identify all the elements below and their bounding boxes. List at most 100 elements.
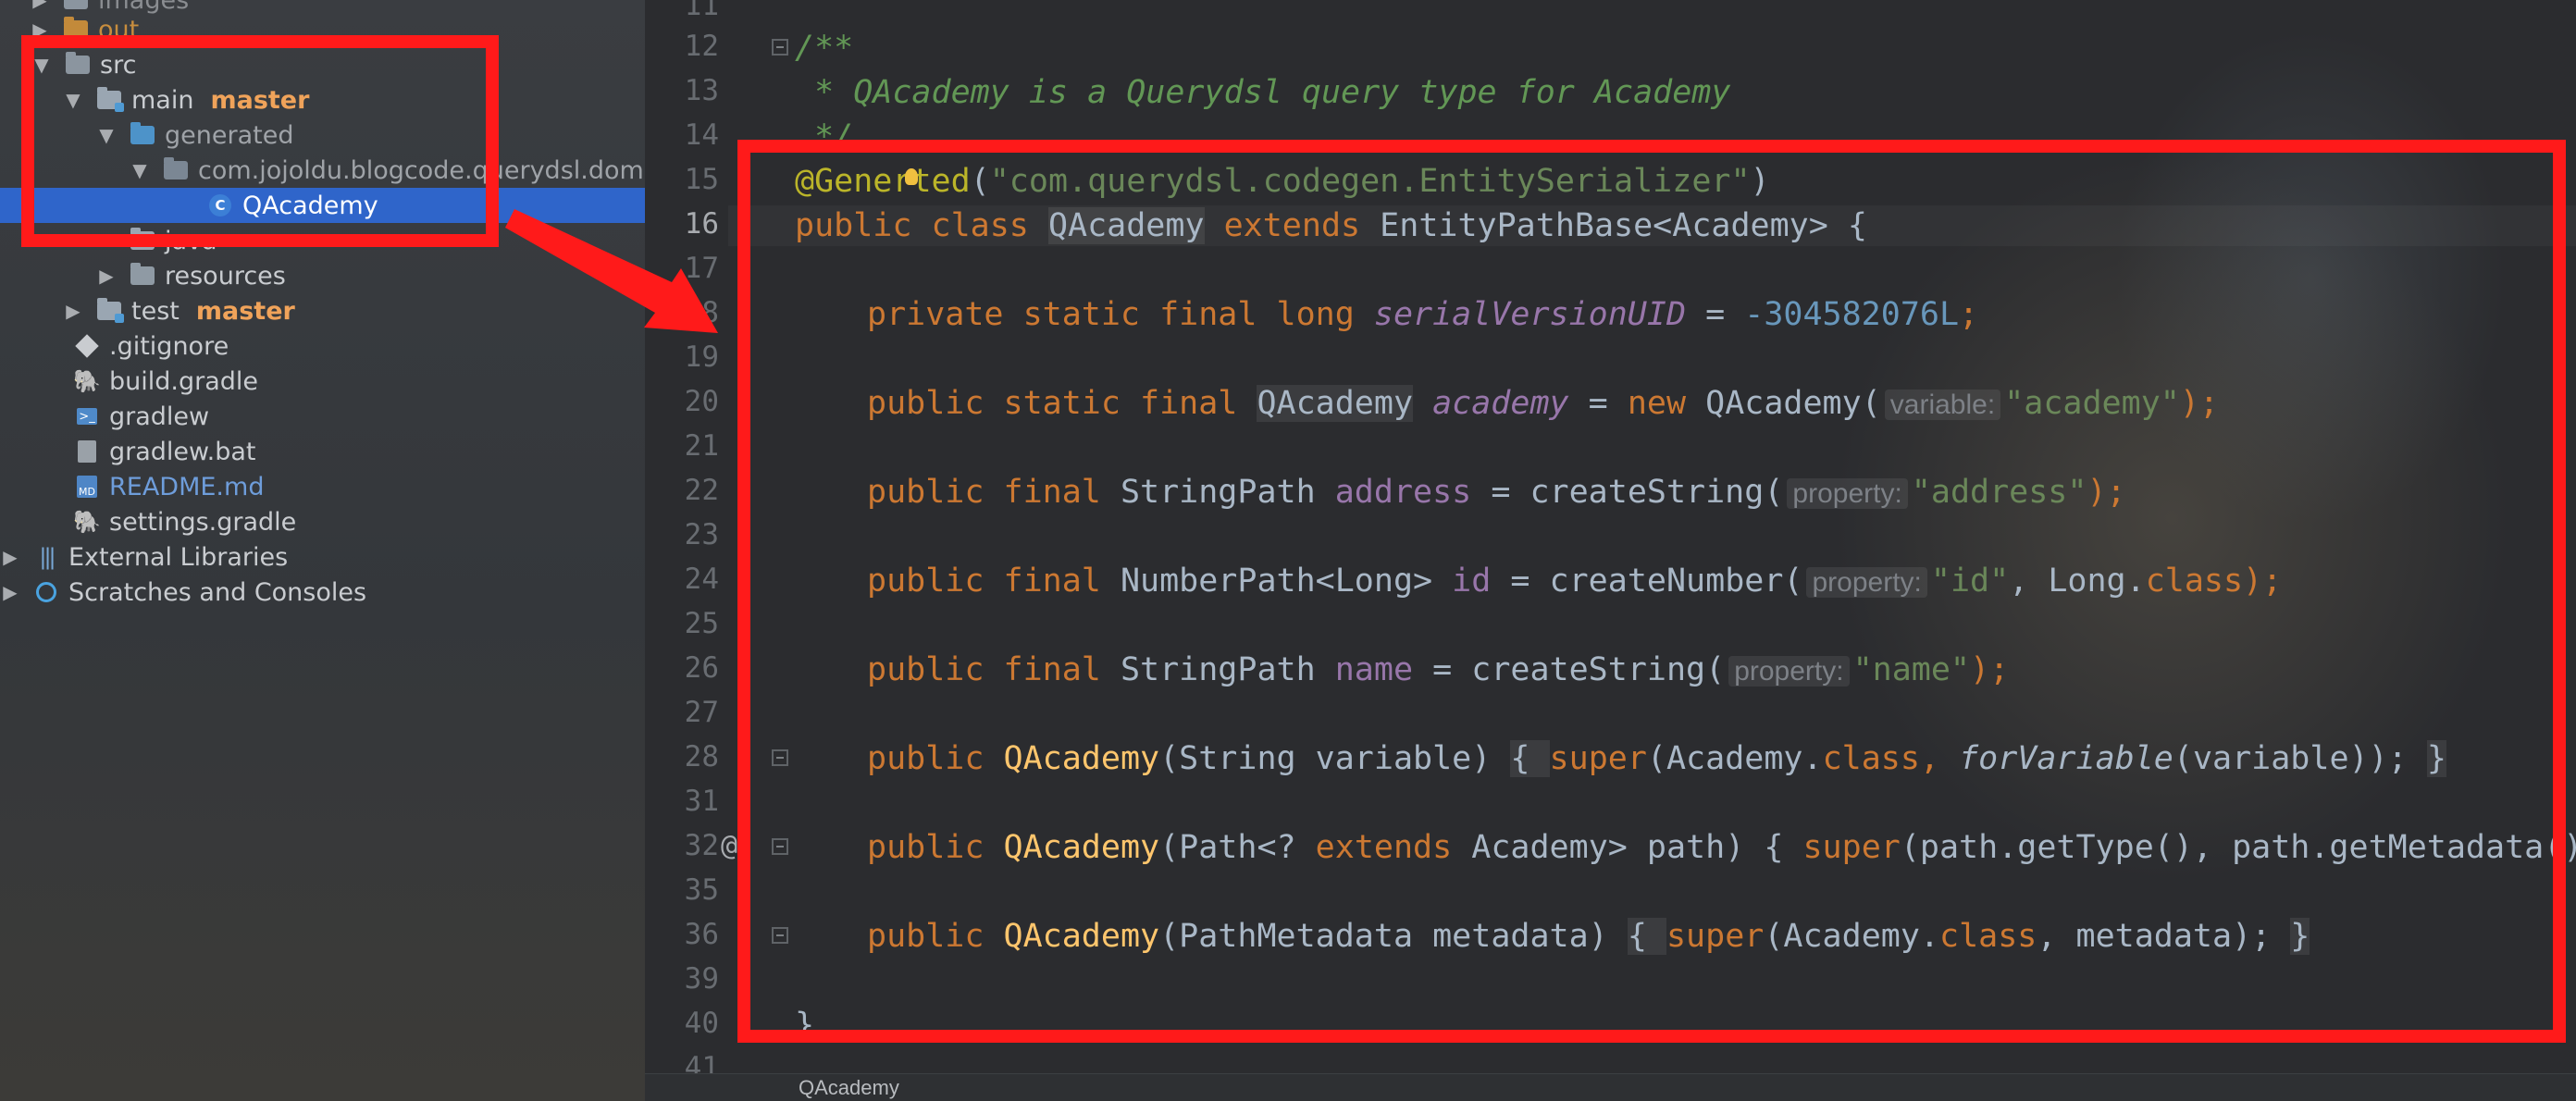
line-number: 40	[684, 1007, 719, 1040]
terminal-icon: >_	[74, 404, 100, 428]
expand-arrow-icon[interactable]: ▶	[30, 19, 50, 41]
line-number: 18	[684, 296, 719, 329]
collapse-arrow-icon[interactable]: ▼	[96, 124, 117, 146]
line-number: 12	[684, 30, 719, 63]
folder-icon	[63, 0, 89, 12]
code-line-26[interactable]: public final StringPath name = createStr…	[867, 649, 2009, 690]
line-number-gutter: 11 12 13 14 15 16 17 18 19 20 21 22 23 2…	[645, 0, 719, 1084]
tree-item-gradlew-bat[interactable]: gradlew.bat	[0, 434, 645, 469]
line-number: 20	[684, 385, 719, 418]
tree-item-out[interactable]: ▶ out	[0, 12, 645, 47]
code-line-22[interactable]: public final StringPath address = create…	[867, 472, 2126, 513]
generated-folder-icon	[130, 122, 155, 147]
test-module-folder-icon	[96, 298, 124, 323]
class-icon: C	[207, 193, 233, 217]
tree-item-java[interactable]: java	[0, 223, 645, 258]
line-number: 13	[684, 74, 719, 107]
file-icon	[74, 439, 100, 464]
parameter-hint: property:	[1787, 478, 1908, 509]
package-icon	[163, 157, 189, 182]
line-number: 11	[684, 0, 719, 22]
fold-toggle-icon[interactable]	[772, 749, 788, 766]
tree-item-gradlew[interactable]: >_ gradlew	[0, 399, 645, 434]
line-number: 26	[684, 651, 719, 685]
code-editor[interactable]: 11 12 13 14 15 16 17 18 19 20 21 22 23 2…	[645, 0, 2576, 1101]
gradle-icon: 🐘	[73, 509, 101, 535]
line-number: 21	[684, 429, 719, 463]
git-branch-label: master	[210, 85, 310, 115]
tree-item-readme[interactable]: MD README.md	[0, 469, 645, 504]
markdown-icon: MD	[74, 475, 100, 499]
libraries-icon: |||	[39, 544, 56, 570]
line-number: 35	[684, 873, 719, 907]
source-module-folder-icon	[96, 87, 124, 112]
fold-toggle-icon[interactable]	[772, 838, 788, 855]
expand-arrow-icon[interactable]: ▶	[30, 0, 50, 11]
out-folder-icon	[63, 17, 89, 42]
tree-item-test[interactable]: ▶ test master	[0, 293, 645, 328]
parameter-hint: variable:	[1884, 390, 2001, 420]
line-number: 39	[684, 962, 719, 996]
tree-item-package[interactable]: ▼ com.jojoldu.blogcode.querydsl.dom	[0, 153, 645, 188]
collapse-arrow-icon[interactable]: ▼	[130, 159, 150, 181]
code-line-28[interactable]: public QAcademy(String variable) { super…	[867, 738, 2446, 779]
tree-item-src[interactable]: ▼ src	[0, 47, 645, 82]
line-number-current: 16	[684, 207, 719, 241]
code-line-13[interactable]: * QAcademy is a Querydsl query type for …	[795, 72, 1730, 113]
resources-folder-icon	[130, 263, 155, 288]
line-number: 32	[684, 829, 719, 862]
expand-arrow-icon[interactable]: ▶	[96, 265, 117, 287]
fold-toggle-icon[interactable]	[772, 927, 788, 944]
folder-icon	[65, 52, 91, 77]
scratches-icon	[33, 580, 59, 604]
code-line-36[interactable]: public QAcademy(PathMetadata metadata) {…	[867, 916, 2310, 957]
tree-item-scratches[interactable]: ▶ Scratches and Consoles	[0, 575, 645, 610]
source-folder-icon	[130, 228, 155, 253]
expand-arrow-icon[interactable]: ▶	[0, 546, 20, 568]
tree-item-resources[interactable]: ▶ resources	[0, 258, 645, 293]
line-number: 31	[684, 785, 719, 818]
tree-item-gitignore[interactable]: .gitignore	[0, 328, 645, 364]
collapse-arrow-icon[interactable]: ▼	[31, 54, 52, 76]
code-line-16[interactable]: public class QAcademy extends EntityPath…	[728, 205, 2576, 246]
override-marker-icon[interactable]: @	[721, 830, 737, 862]
line-number: 27	[684, 696, 719, 729]
code-line-40[interactable]: }	[795, 1005, 814, 1045]
tree-item-generated[interactable]: ▼ generated	[0, 118, 645, 153]
gradle-icon: 🐘	[73, 368, 101, 394]
intention-bulb-icon[interactable]	[905, 168, 919, 185]
tree-item-settings-gradle[interactable]: 🐘 settings.gradle	[0, 504, 645, 539]
line-number: 23	[684, 518, 719, 551]
breadcrumb-item[interactable]: QAcademy	[799, 1076, 899, 1100]
tree-item-main[interactable]: ▼ main master	[0, 82, 645, 118]
expand-arrow-icon[interactable]: ▶	[0, 581, 20, 603]
line-number: 19	[684, 340, 719, 374]
expand-arrow-icon[interactable]: ▶	[63, 300, 83, 322]
line-number: 17	[684, 252, 719, 285]
collapse-arrow-icon[interactable]: ▼	[63, 89, 83, 111]
code-line-24[interactable]: public final NumberPath<Long> id = creat…	[867, 561, 2282, 601]
line-number: 14	[684, 118, 719, 152]
code-line-32[interactable]: public QAcademy(Path<? extends Academy> …	[867, 827, 2576, 868]
line-number: 15	[684, 163, 719, 196]
code-line-15[interactable]: @Generted("com.querydsl.codegen.EntitySe…	[795, 161, 1770, 202]
code-line-18[interactable]: private static final long serialVersionU…	[867, 294, 1978, 335]
line-number: 24	[684, 563, 719, 596]
line-number: 36	[684, 918, 719, 951]
git-branch-label: master	[195, 296, 295, 326]
tree-item-qacademy[interactable]: C QAcademy	[0, 188, 645, 223]
code-line-12[interactable]: /**	[795, 28, 853, 68]
line-number: 28	[684, 740, 719, 773]
tree-item-build-gradle[interactable]: 🐘 build.gradle	[0, 364, 645, 399]
fold-toggle-icon[interactable]	[772, 39, 788, 56]
parameter-hint: property:	[1806, 567, 1927, 598]
line-number: 22	[684, 474, 719, 507]
code-line-20[interactable]: public static final QAcademy academy = n…	[867, 383, 2219, 424]
parameter-hint: property:	[1728, 656, 1850, 687]
breadcrumb[interactable]: QAcademy	[645, 1073, 2576, 1101]
code-line-14[interactable]: */	[795, 117, 853, 157]
line-number: 25	[684, 607, 719, 640]
project-tree-panel: ▶ images ▶ out ▼ src ▼ main master ▼ gen…	[0, 0, 645, 1101]
tree-item-external-libraries[interactable]: ▶ ||| External Libraries	[0, 539, 645, 575]
git-icon	[74, 334, 100, 358]
